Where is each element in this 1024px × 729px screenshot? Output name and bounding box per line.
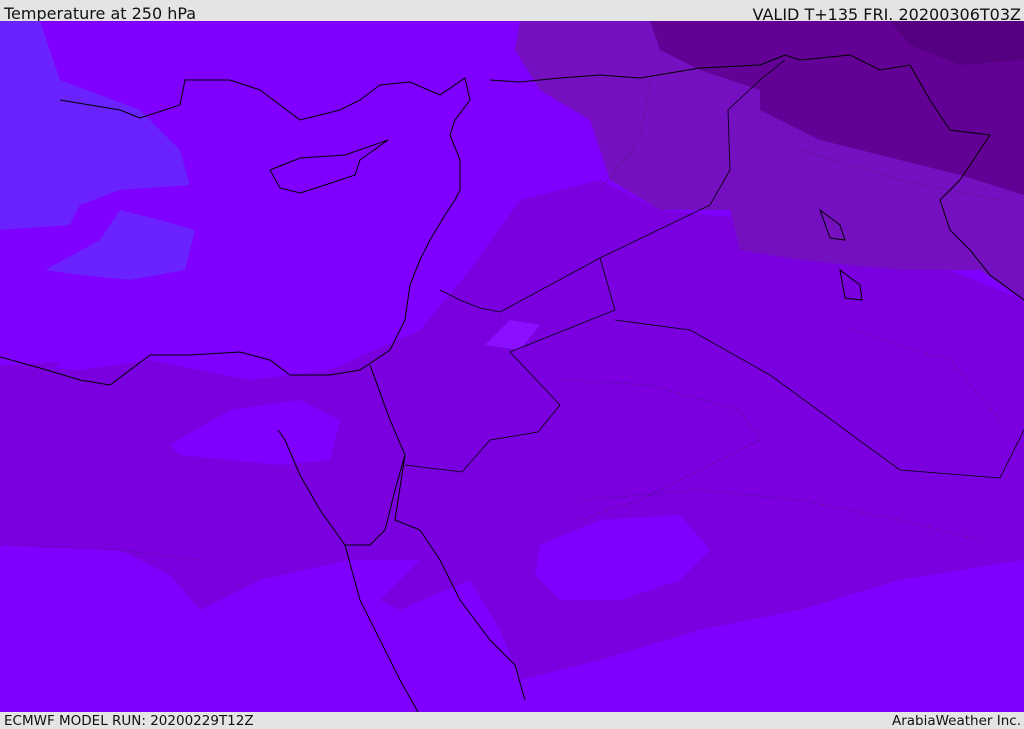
model-run: ECMWF MODEL RUN: 20200229T12Z <box>4 713 254 729</box>
header-bar: Temperature at 250 hPa VALID T+135 FRI. … <box>0 0 1024 24</box>
footer-bar: ECMWF MODEL RUN: 20200229T12Z ArabiaWeat… <box>0 712 1024 729</box>
credit: ArabiaWeather Inc. <box>891 713 1021 729</box>
temperature-map[interactable] <box>0 21 1024 712</box>
